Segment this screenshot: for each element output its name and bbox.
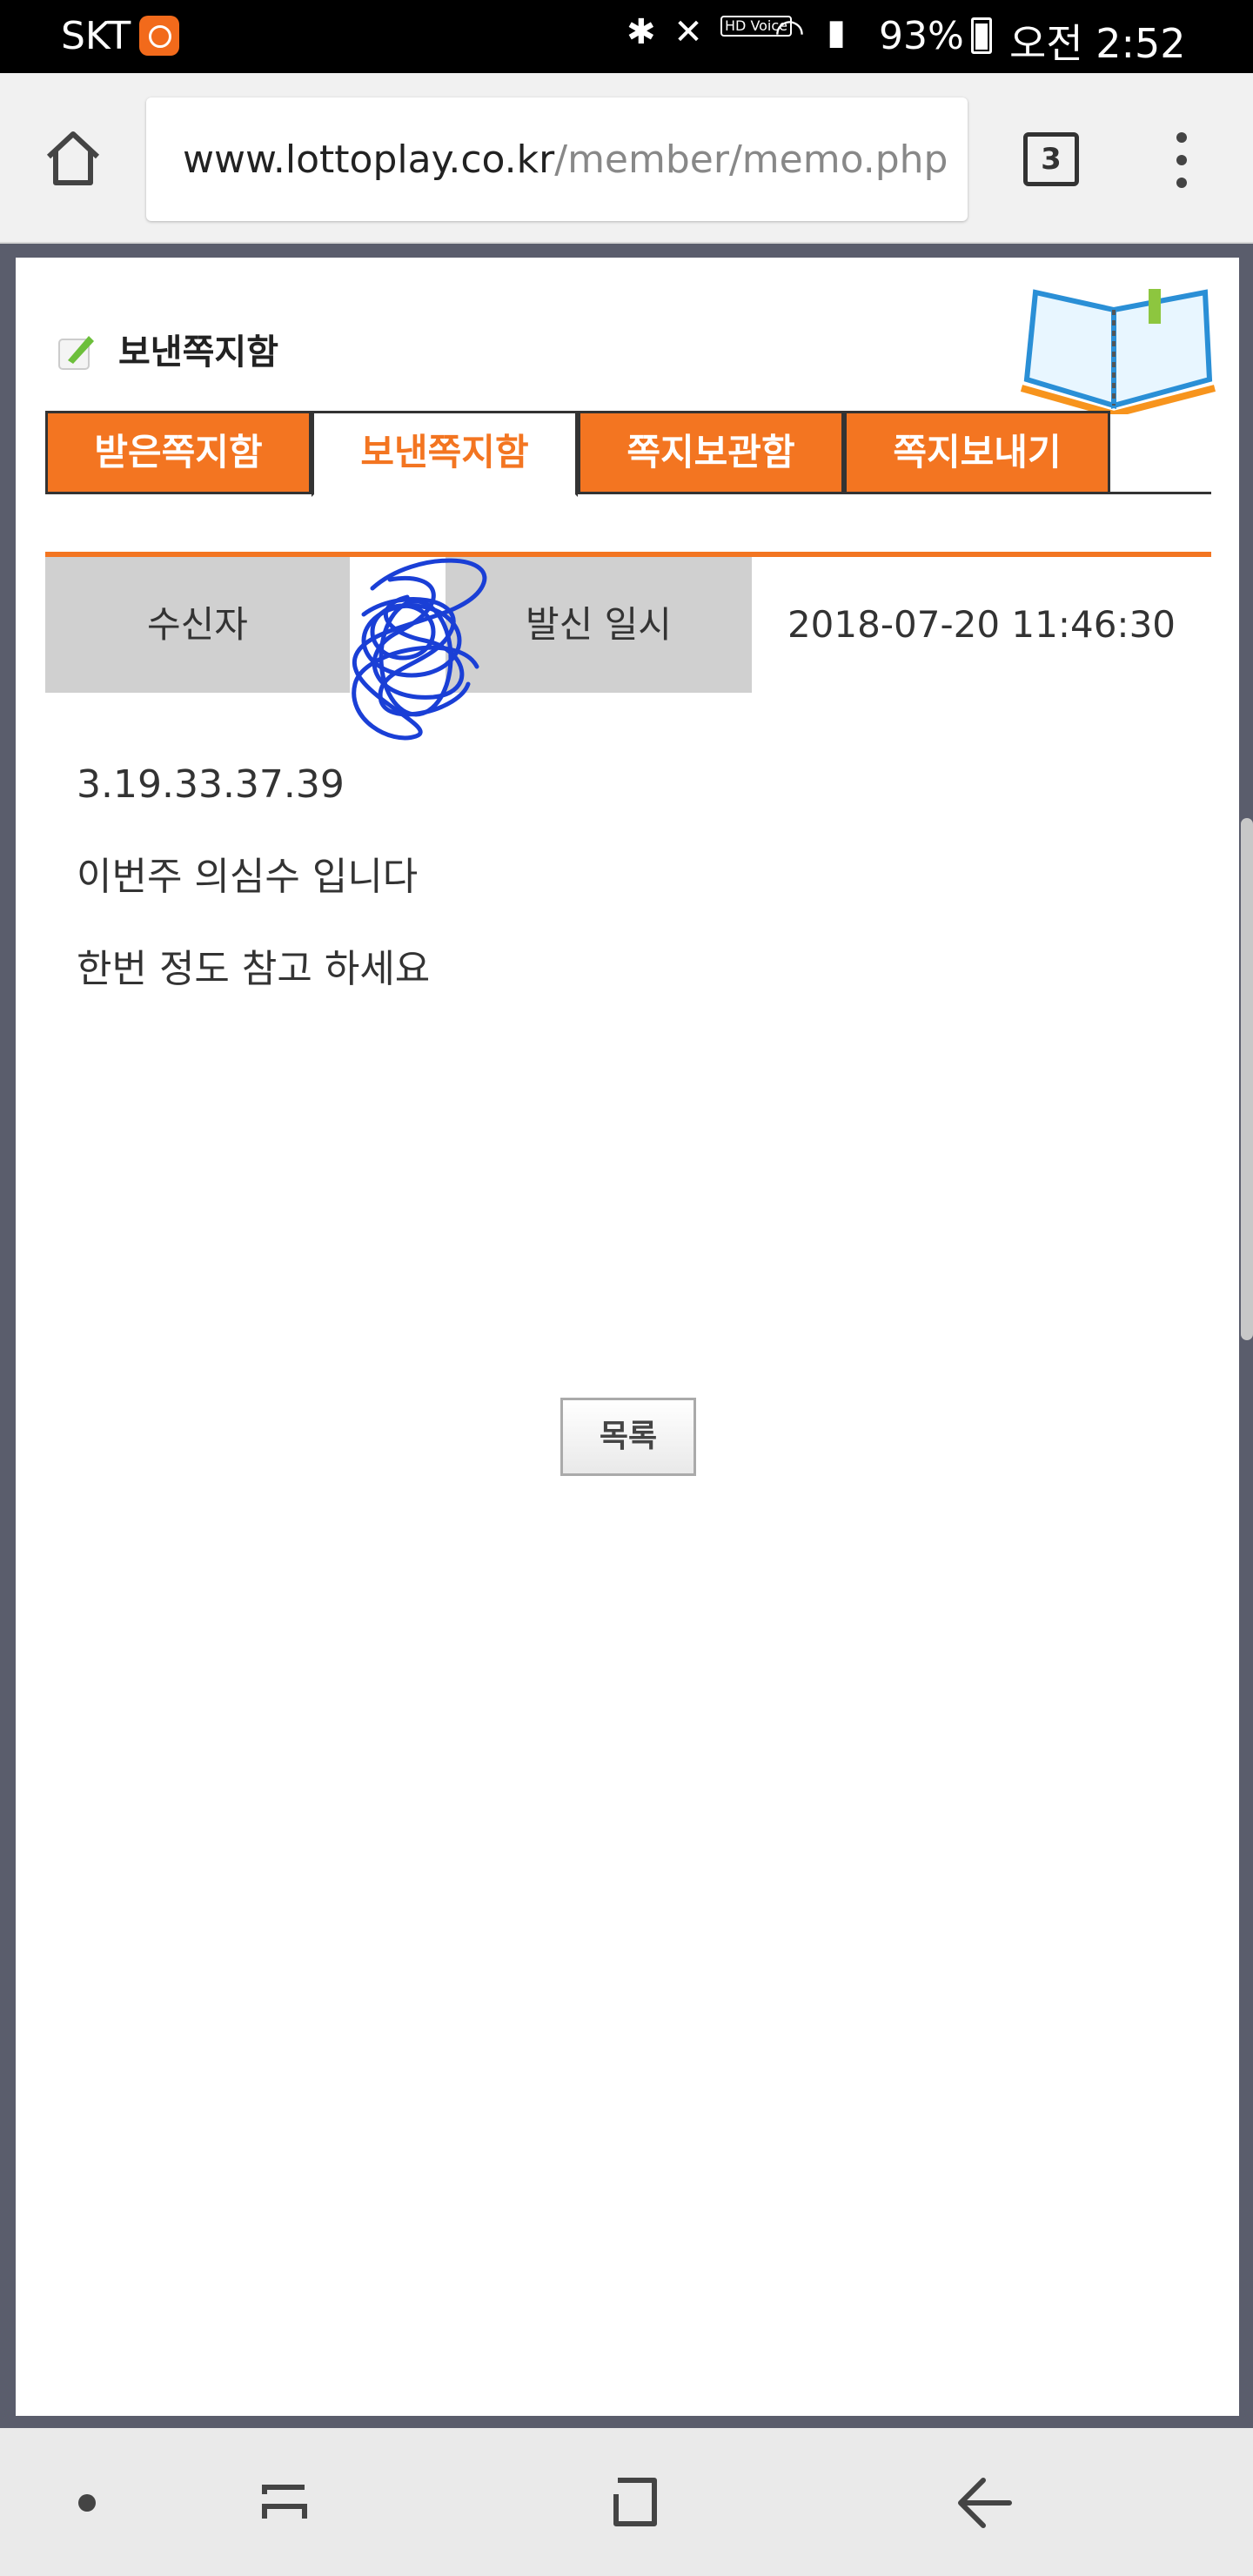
nav-dot-icon[interactable] (78, 2494, 96, 2512)
message-line: 이번주 의심수 입니다 (77, 855, 419, 899)
mute-vibrate-icon: ✕ (673, 12, 707, 52)
recipient-label: 수신자 (45, 557, 350, 693)
page-scrollbar[interactable] (1241, 818, 1253, 1340)
carrier-label: SKT (61, 14, 131, 58)
home-nav-icon[interactable] (600, 2468, 670, 2538)
home-icon (46, 131, 100, 185)
tab-switcher-button[interactable]: 3 (1023, 132, 1079, 186)
system-nav-bar (0, 2428, 1253, 2576)
bluetooth-icon: ✱ (626, 12, 660, 52)
notebook-illustration (1020, 289, 1216, 414)
browser-toolbar: www.lottoplay.co.kr/member/memo.php 3 (0, 73, 1253, 244)
message-body: 3.19.33.37.39 이번주 의심수 입니다 한번 정도 참고 하세요 (77, 762, 430, 1039)
status-icons: ✱ ✕ (626, 12, 707, 52)
clock: 오전 2:52 (1009, 20, 1186, 67)
memo-pencil-icon (58, 336, 94, 370)
app-notification-icon (139, 16, 179, 56)
url-text: www.lottoplay.co.kr/member/memo.php (183, 138, 948, 182)
tab-write[interactable]: 쪽지보내기 (844, 411, 1110, 494)
redaction-scribble (352, 558, 487, 741)
back-icon[interactable] (948, 2468, 1018, 2538)
status-bar: SKT ✱ ✕ HD Voice ◠ ▮ 93% 오전 2:52 (0, 0, 1253, 73)
memo-tabs: 받은쪽지함 보낸쪽지함 쪽지보관함 쪽지보내기 (45, 411, 1211, 497)
message-line: 3.19.33.37.39 (77, 762, 345, 807)
memo-title: 보낸쪽지함 (118, 332, 278, 372)
menu-dot (1176, 155, 1187, 165)
battery-icon (971, 17, 992, 54)
url-domain: www.lottoplay.co.kr (183, 138, 555, 182)
url-path: /member/memo.php (554, 138, 948, 182)
signal-icon: ▮ (827, 12, 847, 52)
recent-apps-icon[interactable] (252, 2468, 322, 2538)
sent-date-value: 2018-07-20 11:46:30 (752, 557, 1211, 693)
home-button[interactable] (42, 127, 104, 190)
memo-detail-header: 수신자 발신 일시 2018-07-20 11:46:30 (45, 552, 1211, 693)
message-line: 한번 정도 참고 하세요 (77, 947, 431, 991)
web-page: 보낸쪽지함 받은쪽지함 보낸쪽지함 쪽지보관함 쪽지보내기 수신자 발신 일시 … (16, 258, 1239, 2416)
list-button[interactable]: 목록 (560, 1398, 696, 1476)
url-bar[interactable]: www.lottoplay.co.kr/member/memo.php (146, 97, 968, 221)
menu-dot (1176, 132, 1187, 143)
tab-sent[interactable]: 보낸쪽지함 (312, 411, 578, 497)
menu-dot (1176, 178, 1187, 188)
overflow-menu-button[interactable] (1164, 132, 1199, 188)
tab-received[interactable]: 받은쪽지함 (45, 411, 312, 494)
wifi-icon: ◠ (774, 12, 805, 52)
battery-percent: 93% (879, 14, 964, 58)
tab-archive[interactable]: 쪽지보관함 (578, 411, 844, 494)
